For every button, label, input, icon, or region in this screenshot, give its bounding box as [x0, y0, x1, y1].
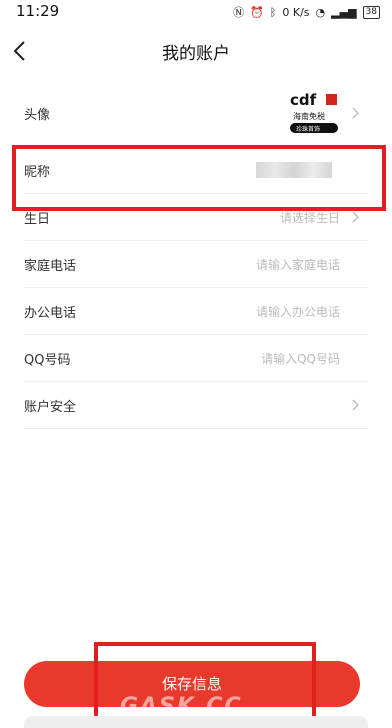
page-title: 我的账户 [162, 44, 230, 64]
battery-icon: 38 [362, 5, 380, 19]
row-label: 家庭电话 [24, 259, 77, 274]
bottom-bar [24, 716, 368, 728]
birthday-placeholder: 请选择生日 [279, 211, 340, 225]
avatar-line1: 海南免税 [293, 111, 325, 121]
nfc-icon: Ⓝ [233, 6, 245, 19]
avatar-brand: cdf [290, 91, 317, 109]
row-avatar[interactable]: 头像 cdf 海南免税 珍珠首饰 [24, 80, 368, 147]
alarm-icon: ⏰ [250, 5, 264, 19]
row-account-security[interactable]: 账户安全 [24, 381, 368, 429]
row-label: 账户安全 [24, 400, 77, 415]
chevron-right-icon [352, 399, 359, 411]
signal-icon: ▂▄▆ [331, 5, 357, 19]
status-time: 11:29 [16, 2, 60, 20]
wifi-icon: ◔ [315, 5, 326, 19]
chevron-right-icon [352, 107, 359, 119]
network-speed: 0 K/s [282, 5, 310, 19]
row-home-phone[interactable]: 家庭电话 请输入家庭电话 [24, 240, 368, 288]
row-label: QQ号码 [24, 353, 71, 368]
row-qq[interactable]: QQ号码 请输入QQ号码 [24, 334, 368, 382]
office-phone-input[interactable]: 请输入办公电话 [256, 303, 340, 320]
chevron-right-icon [352, 211, 359, 223]
annotation-highlight-nickname [12, 145, 386, 211]
qq-input[interactable]: 请输入QQ号码 [261, 350, 340, 367]
bluetooth-icon: ᛒ [269, 5, 277, 19]
row-office-phone[interactable]: 办公电话 请输入办公电话 [24, 287, 368, 335]
avatar-image: cdf 海南免税 珍珠首饰 [288, 90, 340, 136]
row-label: 办公电话 [24, 306, 77, 321]
avatar-line2: 珍珠首饰 [296, 125, 320, 133]
status-icons: Ⓝ ⏰ ᛒ 0 K/s ◔ ▂▄▆ 38 [233, 4, 380, 20]
status-bar: 11:29 Ⓝ ⏰ ᛒ 0 K/s ◔ ▂▄▆ 38 [0, 0, 392, 24]
nav-bar: 我的账户 [0, 30, 392, 72]
row-label: 头像 [24, 108, 51, 123]
home-phone-input[interactable]: 请输入家庭电话 [256, 256, 340, 273]
